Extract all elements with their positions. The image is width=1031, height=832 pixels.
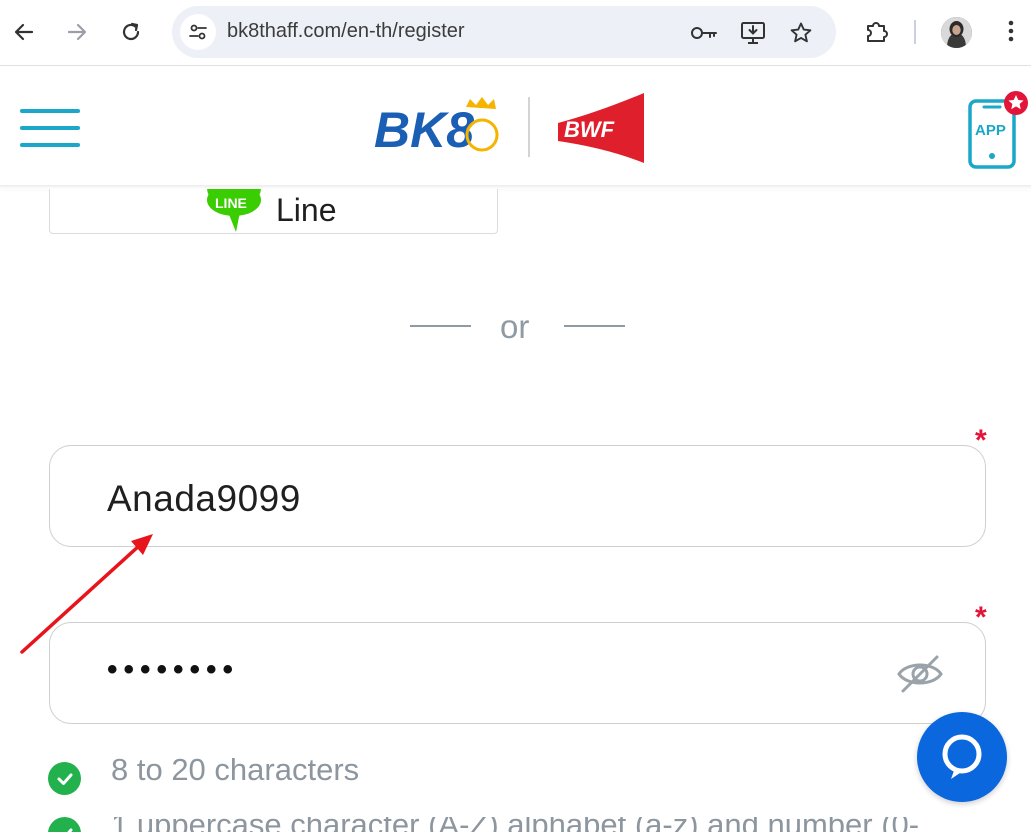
browser-menu-kebab-icon[interactable] (995, 15, 1027, 47)
brand-separator (528, 97, 530, 157)
live-chat-button[interactable] (917, 712, 1007, 802)
bookmark-star-icon[interactable] (787, 19, 815, 47)
bk8-brand-logo[interactable]: BK8 (374, 95, 506, 166)
check-circle-icon (48, 762, 81, 795)
or-line-left (410, 325, 471, 327)
rule-text: 8 to 20 characters (111, 752, 360, 787)
toolbar-divider (914, 20, 916, 44)
svg-text:APP: APP (975, 122, 1006, 139)
back-button[interactable] (6, 14, 42, 50)
username-input[interactable]: Anada9099 (49, 445, 986, 547)
line-button-label: Line (276, 192, 337, 228)
reload-button[interactable] (113, 14, 149, 50)
reload-icon (122, 22, 140, 41)
site-header-foreground: BK8 BWF APP (0, 67, 1031, 185)
back-arrow-icon (14, 23, 34, 41)
extensions-puzzle-icon[interactable] (861, 15, 893, 47)
rule-text: 1 uppercase character (A-Z) alphabet (a-… (111, 817, 919, 832)
browser-toolbar: bk8thaff.com/en-th/register (0, 0, 1031, 66)
line-login-button-visible[interactable]: LINE Line (49, 189, 498, 234)
username-value[interactable]: Anada9099 (107, 478, 301, 520)
password-value[interactable]: •••••••• (107, 653, 239, 687)
forward-arrow-icon (67, 23, 87, 41)
password-rule-complexity: 1 uppercase character (A-Z) alphabet (a-… (48, 817, 1031, 832)
app-download-link[interactable]: APP (966, 89, 1028, 171)
chat-bubble-icon (942, 734, 982, 779)
install-app-icon[interactable] (739, 19, 767, 47)
password-rule-length: 8 to 20 characters (48, 752, 948, 802)
check-circle-icon (48, 817, 81, 832)
url-text[interactable]: bk8thaff.com/en-th/register (227, 20, 465, 43)
menu-hamburger-button[interactable] (20, 109, 82, 147)
password-key-icon[interactable] (690, 19, 718, 47)
svg-text:BWF: BWF (564, 117, 615, 142)
or-text: or (500, 308, 530, 345)
profile-avatar[interactable] (941, 17, 972, 48)
svg-text:LINE: LINE (215, 195, 247, 211)
forward-button[interactable] (59, 14, 95, 50)
address-bar[interactable]: bk8thaff.com/en-th/register (172, 6, 836, 58)
password-input[interactable]: •••••••• (49, 622, 986, 724)
site-info-button[interactable] (180, 14, 216, 50)
svg-text:BK8: BK8 (374, 102, 474, 158)
tune-icon (189, 24, 207, 40)
bwf-brand-logo[interactable]: BWF (556, 93, 646, 168)
eye-off-icon[interactable] (895, 653, 945, 695)
or-line-right (564, 325, 625, 327)
line-brand-icon: LINE (207, 189, 261, 232)
or-divider: or (410, 308, 625, 348)
